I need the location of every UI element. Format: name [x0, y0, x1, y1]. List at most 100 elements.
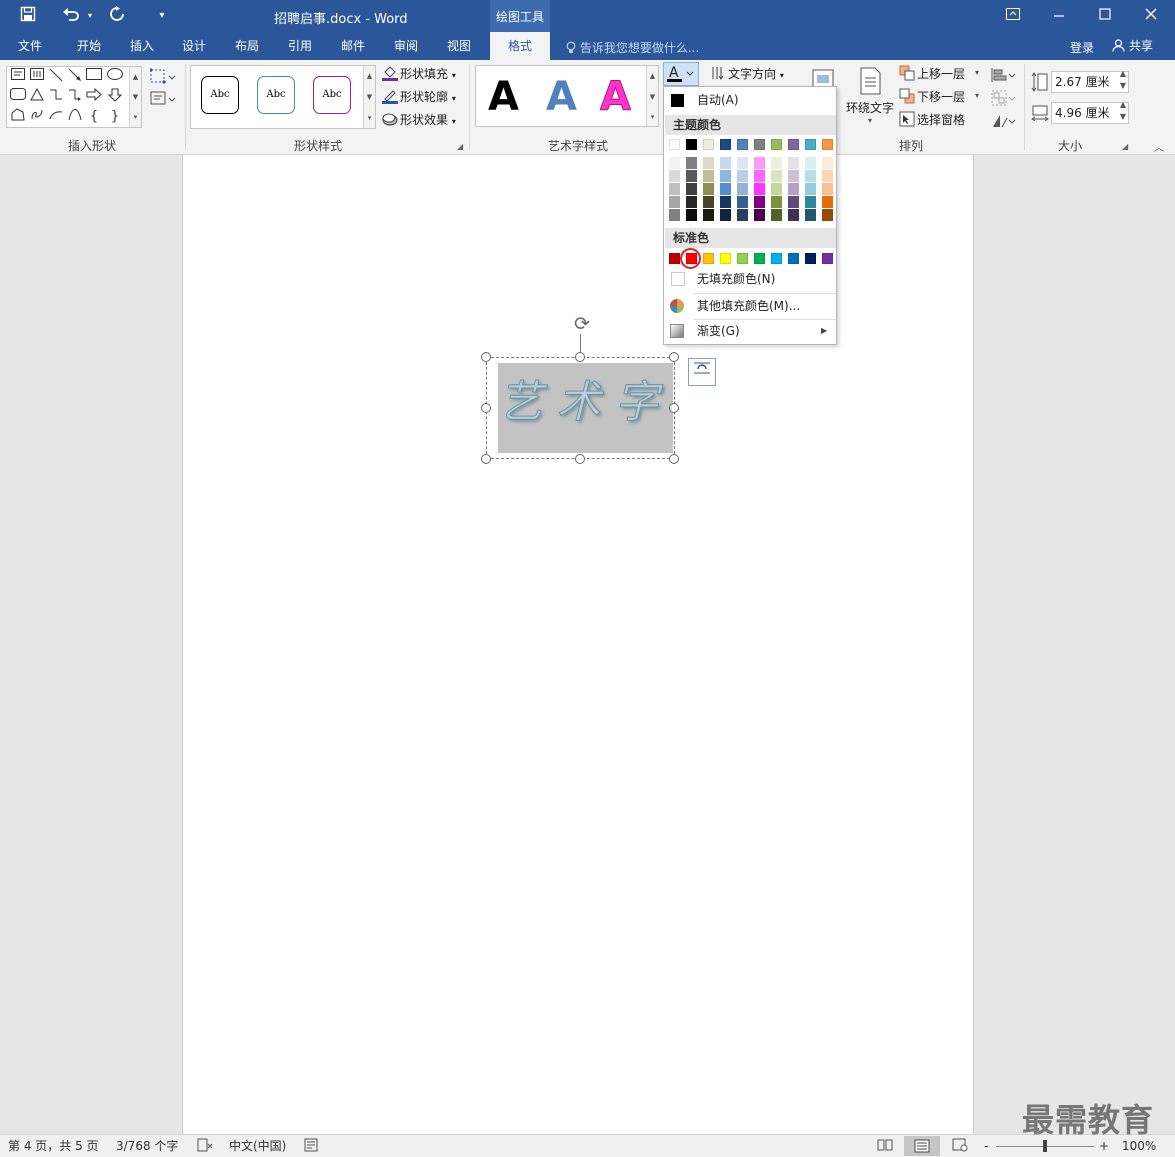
shape-styles-launcher-icon[interactable]: ◢ — [457, 142, 463, 151]
styles-scroll-down-icon[interactable]: ▼ — [363, 87, 375, 108]
shape-fill-button[interactable]: 形状填充 ▾ — [382, 64, 456, 84]
theme-shade-swatch[interactable] — [788, 196, 799, 208]
resize-handle-top[interactable] — [575, 352, 585, 362]
theme-shade-swatch[interactable] — [686, 209, 697, 221]
theme-shade-swatch[interactable] — [822, 183, 833, 195]
right-brace-shape-icon[interactable]: } — [106, 108, 124, 126]
selection-pane-button[interactable]: 选择窗格 — [899, 110, 965, 130]
zoom-out-button[interactable]: - — [984, 1138, 988, 1154]
down-arrow-shape-icon[interactable] — [106, 88, 124, 106]
align-icon[interactable] — [990, 66, 1016, 84]
tab-home[interactable]: 开始 — [64, 32, 114, 60]
shape-style-black[interactable]: Abc — [201, 76, 239, 114]
edit-shape-icon[interactable] — [149, 68, 176, 86]
theme-shade-swatch[interactable] — [686, 170, 697, 182]
theme-shade-swatch[interactable] — [669, 209, 680, 221]
line-shape-icon[interactable] — [47, 68, 65, 86]
theme-shade-swatch[interactable] — [754, 170, 765, 182]
scribble-shape-icon[interactable] — [28, 108, 46, 126]
theme-color-swatch[interactable] — [703, 139, 714, 150]
theme-shade-swatch[interactable] — [805, 196, 816, 208]
document-page[interactable] — [182, 155, 974, 1134]
resize-handle-top-left[interactable] — [481, 352, 491, 362]
zoom-slider-thumb[interactable] — [1043, 1140, 1047, 1152]
bring-forward-button[interactable]: 上移一层 — [899, 64, 965, 84]
elbow-arrow-connector-icon[interactable] — [66, 88, 84, 106]
wrap-text-button[interactable]: 环绕文字 — [846, 98, 894, 118]
shape-style-blue[interactable]: Abc — [257, 76, 295, 114]
no-fill-option[interactable]: 无填充颜色(N) — [664, 268, 836, 290]
standard-color-swatch[interactable] — [754, 253, 765, 264]
shape-height-field[interactable]: 2.67 厘米 ▲ ▼ — [1051, 69, 1129, 93]
shape-effects-button[interactable]: 形状效果 ▾ — [382, 110, 456, 130]
tab-mailings[interactable]: 邮件 — [329, 32, 377, 60]
wordart-style-pink[interactable]: A — [600, 74, 632, 121]
theme-color-swatch[interactable] — [771, 139, 782, 150]
document-area[interactable] — [0, 155, 1175, 1134]
theme-shade-swatch[interactable] — [805, 209, 816, 221]
text-direction-button[interactable]: 文字方向 ▾ — [710, 64, 784, 84]
theme-shade-swatch[interactable] — [822, 209, 833, 221]
theme-shade-swatch[interactable] — [822, 170, 833, 182]
theme-color-swatch[interactable] — [737, 139, 748, 150]
theme-shade-swatch[interactable] — [737, 209, 748, 221]
theme-shade-swatch[interactable] — [788, 209, 799, 221]
theme-shade-swatch[interactable] — [720, 183, 731, 195]
standard-color-swatch[interactable] — [669, 253, 680, 264]
proofing-icon[interactable] — [197, 1138, 213, 1156]
theme-shade-swatch[interactable] — [788, 183, 799, 195]
wordart-style-blue[interactable]: A — [546, 74, 577, 120]
theme-shade-swatch[interactable] — [720, 196, 731, 208]
left-brace-shape-icon[interactable]: { — [85, 108, 103, 126]
tab-format[interactable]: 格式 — [490, 32, 550, 60]
wrap-text-icon[interactable] — [857, 66, 883, 96]
theme-shade-swatch[interactable] — [771, 170, 782, 182]
theme-shade-swatch[interactable] — [788, 157, 799, 169]
arc-shape-icon[interactable] — [47, 108, 65, 126]
wrap-text-dropdown-icon[interactable]: ▾ — [868, 116, 872, 125]
theme-color-swatch[interactable] — [754, 139, 765, 150]
wordart-more-icon[interactable]: ▾ — [646, 108, 658, 126]
tab-insert[interactable]: 插入 — [118, 32, 166, 60]
page-count[interactable]: 第 4 页，共 5 页 — [8, 1138, 99, 1154]
triangle-shape-icon[interactable] — [28, 87, 46, 106]
arrow-line-shape-icon[interactable] — [66, 68, 84, 86]
shapes-scroll-down-icon[interactable]: ▼ — [129, 87, 141, 107]
minimize-icon[interactable] — [1036, 0, 1082, 32]
theme-shade-swatch[interactable] — [754, 209, 765, 221]
shape-style-gallery[interactable]: Abc Abc Abc ▲ ▼ ▾ — [190, 65, 376, 129]
freeform-shape-icon[interactable] — [9, 108, 27, 126]
save-icon[interactable] — [16, 6, 40, 26]
theme-color-swatch[interactable] — [805, 139, 816, 150]
tab-layout[interactable]: 布局 — [223, 32, 271, 60]
theme-shade-swatch[interactable] — [805, 157, 816, 169]
width-spin-up-icon[interactable]: ▲ — [1120, 100, 1126, 110]
redo-icon[interactable] — [106, 6, 128, 26]
customize-qat-icon[interactable]: ▾ — [152, 6, 172, 26]
draw-textbox-icon[interactable] — [150, 90, 176, 108]
elbow-connector-icon[interactable] — [47, 88, 65, 106]
right-arrow-shape-icon[interactable] — [85, 87, 103, 106]
language-indicator[interactable]: 中文(中国) — [229, 1138, 286, 1154]
web-layout-icon[interactable] — [952, 1138, 968, 1156]
theme-shade-swatch[interactable] — [822, 157, 833, 169]
print-layout-icon[interactable] — [904, 1136, 940, 1156]
tab-review[interactable]: 审阅 — [382, 32, 430, 60]
shape-selection-border[interactable] — [486, 357, 675, 459]
theme-shade-swatch[interactable] — [686, 183, 697, 195]
theme-shade-swatch[interactable] — [737, 157, 748, 169]
theme-color-swatch[interactable] — [720, 139, 731, 150]
resize-handle-right[interactable] — [669, 403, 679, 413]
macro-record-icon[interactable] — [304, 1138, 318, 1156]
standard-color-swatch[interactable] — [788, 253, 799, 264]
wordart-style-gallery[interactable]: A A A ▲ ▼ ▾ — [475, 65, 659, 127]
shapes-more-icon[interactable]: ▾ — [129, 107, 141, 127]
bring-forward-dropdown-icon[interactable]: ▾ — [975, 68, 979, 77]
theme-shade-swatch[interactable] — [669, 170, 680, 182]
standard-color-swatch[interactable] — [805, 253, 816, 264]
theme-shade-swatch[interactable] — [720, 170, 731, 182]
collapse-ribbon-icon[interactable]: ︿ — [1154, 139, 1164, 154]
wordart-style-black[interactable]: A — [488, 74, 519, 120]
theme-shade-swatch[interactable] — [669, 183, 680, 195]
tab-view[interactable]: 视图 — [435, 32, 483, 60]
